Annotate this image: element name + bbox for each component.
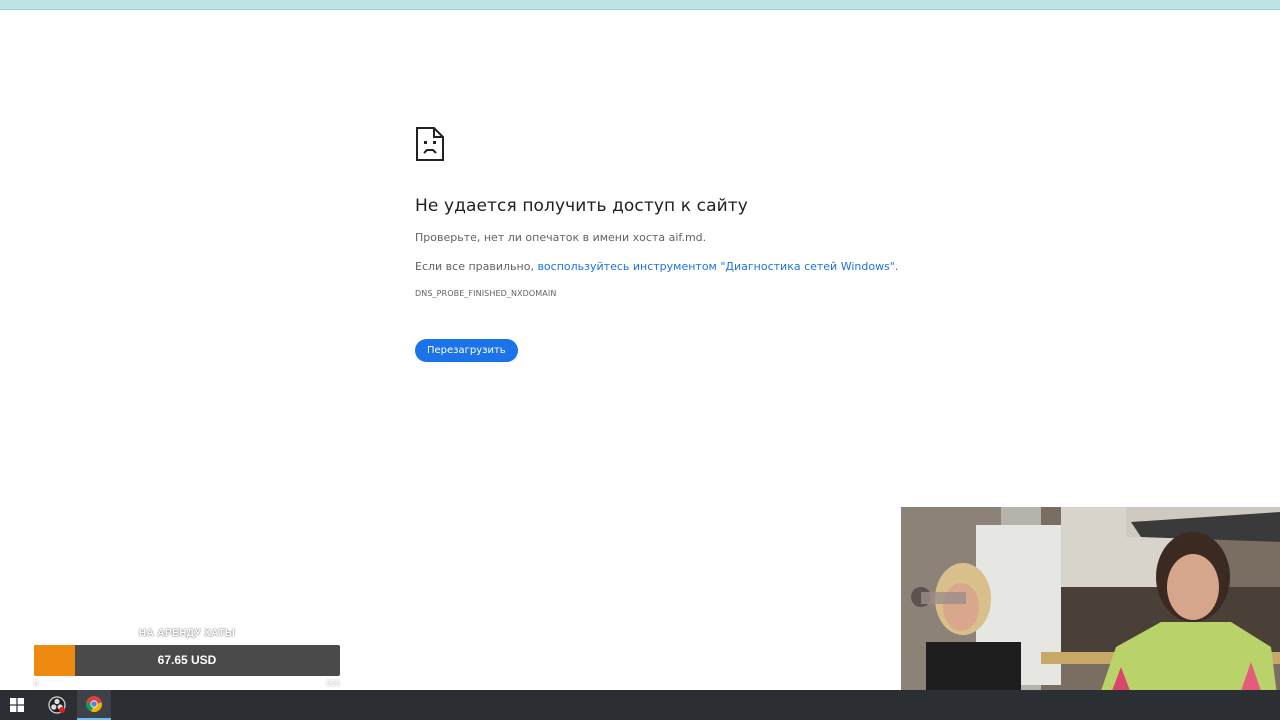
donation-min-value: 0: [34, 679, 39, 688]
error-title: Не удается получить доступ к сайту: [415, 196, 748, 216]
error-suggestion-suffix: .: [894, 260, 899, 273]
donation-goal-widget: НА АРЕНДУ ХАТЫ 67.65 USD 0 500: [34, 626, 340, 690]
taskbar-obs-button[interactable]: [40, 690, 74, 720]
error-hint-text: Проверьте, нет ли опечаток в имени хоста…: [415, 231, 707, 244]
donation-amount: 67.65 USD: [157, 653, 217, 667]
chrome-icon: [85, 696, 103, 712]
windows-taskbar: [0, 690, 1280, 720]
taskbar-chrome-button[interactable]: [77, 690, 111, 720]
error-suggestion: Если все правильно, воспользуйтесь инстр…: [415, 260, 935, 273]
error-page: Не удается получить доступ к сайту Прове…: [415, 126, 935, 362]
donation-progress-bar: 67.65 USD: [34, 645, 340, 676]
webcam-overlay: [901, 507, 1280, 720]
error-code: DNS_PROBE_FINISHED_NXDOMAIN: [415, 289, 557, 298]
donation-max-value: 500: [326, 679, 340, 688]
reload-button[interactable]: Перезагрузить: [415, 339, 518, 362]
windows-start-icon: [10, 698, 24, 712]
obs-studio-icon: [48, 696, 66, 714]
error-suggestion-prefix: Если все правильно,: [415, 260, 538, 273]
donation-goal-label: НА АРЕНДУ ХАТЫ: [138, 628, 236, 639]
browser-tab-strip: [0, 0, 1280, 10]
webcam-image: [901, 507, 1280, 720]
network-diagnostics-link[interactable]: воспользуйтесь инструментом "Диагностика…: [537, 260, 894, 273]
start-button[interactable]: [0, 690, 34, 720]
sad-page-icon: [416, 127, 444, 161]
